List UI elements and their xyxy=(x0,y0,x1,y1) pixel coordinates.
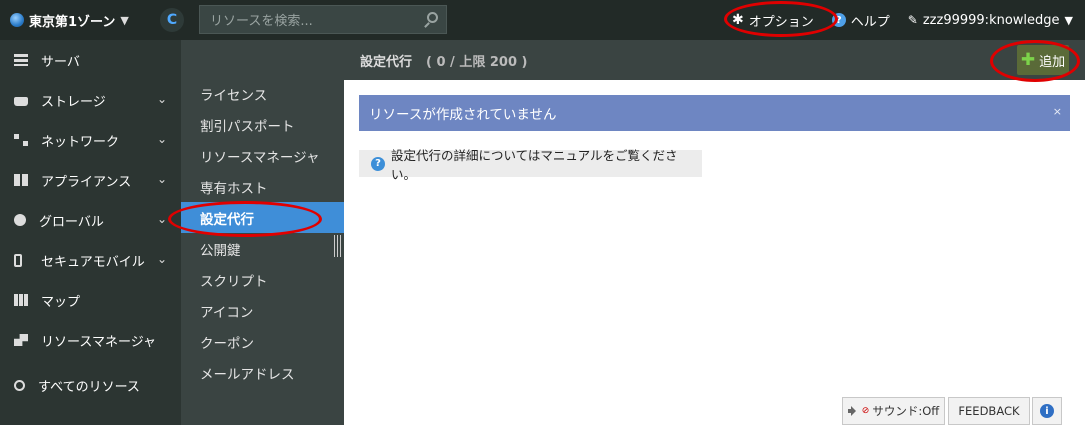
subnav-item-license[interactable]: ライセンス xyxy=(181,78,344,109)
options-menu[interactable]: ✱ オプション xyxy=(732,11,814,30)
speaker-icon xyxy=(847,406,860,416)
chevron-down-icon: ⌄ xyxy=(156,252,167,266)
nav-item-server[interactable]: サーバ xyxy=(0,40,181,80)
nav-item-label: セキュアモバイル xyxy=(41,254,145,270)
zone-selector[interactable]: 東京第1ゾーン ▼ xyxy=(10,0,129,40)
feather-icon: ✎ xyxy=(907,13,918,27)
sub-nav: ライセンス 割引パスポート リソースマネージャ 専有ホスト 設定代行 公開鍵 ス… xyxy=(181,40,344,425)
help-menu[interactable]: ? ヘルプ xyxy=(831,11,890,30)
empty-alert: リソースが作成されていません × xyxy=(359,95,1070,131)
subnav-item-dedicated-host[interactable]: 専有ホスト xyxy=(181,171,344,202)
nav-item-label: サーバ xyxy=(41,54,80,70)
nav-item-label: すべてのリソース xyxy=(38,379,140,395)
top-right-menu: ✱ オプション ? ヘルプ ✎ zzz99999:knowledge ▼ xyxy=(732,0,1073,40)
options-label: オプション xyxy=(748,14,814,30)
nav-item-label: マップ xyxy=(41,294,81,310)
search-icon xyxy=(427,12,438,23)
caret-down-icon: ▼ xyxy=(1064,13,1073,27)
feedback-label: FEEDBACK xyxy=(958,404,1020,418)
subnav-item-setup-service[interactable]: 設定代行 xyxy=(181,202,344,233)
subnav-item-public-key[interactable]: 公開鍵 xyxy=(181,233,344,264)
refresh-icon[interactable]: C xyxy=(160,8,184,32)
info-text: 設定代行の詳細についてはマニュアルをご覧ください。 xyxy=(390,147,678,182)
feedback-button[interactable]: FEEDBACK xyxy=(948,397,1030,425)
subnav-item-resource-manager[interactable]: リソースマネージャ xyxy=(181,140,344,171)
page-title: 設定代行 xyxy=(360,54,413,70)
account-label: zzz99999:knowledge xyxy=(922,12,1060,28)
account-menu[interactable]: ✎ zzz99999:knowledge ▼ xyxy=(908,13,1073,28)
close-icon[interactable]: × xyxy=(1053,105,1062,118)
nav-item-label: グローバル xyxy=(39,214,104,230)
add-button[interactable]: ✚ 追加 xyxy=(1017,45,1069,75)
resource-count: ( 0 / 上限 200 ) xyxy=(426,54,528,70)
gear-icon: ✱ xyxy=(732,12,744,28)
alert-text: リソースが作成されていません xyxy=(369,107,557,123)
add-button-label: 追加 xyxy=(1039,54,1066,70)
subnav-item-script[interactable]: スクリプト xyxy=(181,264,344,295)
help-icon: ? xyxy=(371,156,385,171)
search-placeholder: リソースを検索... xyxy=(210,14,313,29)
chevron-down-icon: ⌄ xyxy=(156,132,167,146)
zone-label: 東京第1ゾーン xyxy=(29,14,116,30)
search-input[interactable]: リソースを検索... xyxy=(199,5,447,34)
network-icon xyxy=(14,134,28,146)
subnav-item-coupon[interactable]: クーポン xyxy=(181,326,344,357)
page-header: 設定代行 ( 0 / 上限 200 ) xyxy=(344,40,1085,80)
nav-item-label: ストレージ xyxy=(41,94,106,110)
nav-item-map[interactable]: マップ xyxy=(0,280,181,320)
sound-toggle-button[interactable]: ⊘ サウンド:Off xyxy=(842,397,945,425)
plus-icon: ✚ xyxy=(1020,50,1036,70)
top-bar: 東京第1ゾーン ▼ C リソースを検索... ✱ オプション ? ヘルプ ✎ z… xyxy=(0,0,1085,40)
left-nav: サーバ ストレージ ⌄ ネットワーク ⌄ アプライアンス ⌄ グローバル ⌄ セ… xyxy=(0,40,181,425)
globe-icon xyxy=(14,214,26,226)
subnav-item-email-address[interactable]: メールアドレス xyxy=(181,357,344,388)
search-icon xyxy=(14,379,25,391)
manual-info: ? 設定代行の詳細についてはマニュアルをご覧ください。 xyxy=(359,148,702,182)
globe-icon xyxy=(10,13,24,27)
nav-item-storage[interactable]: ストレージ ⌄ xyxy=(0,80,181,120)
nav-item-label: アプライアンス xyxy=(41,174,132,190)
chevron-down-icon: ⌄ xyxy=(156,212,167,226)
nav-item-secure-mobile[interactable]: セキュアモバイル ⌄ xyxy=(0,240,181,280)
subnav-item-icon[interactable]: アイコン xyxy=(181,295,344,326)
help-label: ヘルプ xyxy=(850,14,890,30)
nav-item-resource-manager[interactable]: リソースマネージャ xyxy=(0,320,181,360)
info-button[interactable]: i xyxy=(1032,397,1062,425)
resize-handle[interactable] xyxy=(334,235,341,257)
map-icon xyxy=(14,294,28,306)
server-icon xyxy=(14,54,28,66)
nav-item-label: リソースマネージャ xyxy=(41,334,157,350)
help-icon: ? xyxy=(831,13,846,27)
nav-item-network[interactable]: ネットワーク ⌄ xyxy=(0,120,181,160)
nav-item-global[interactable]: グローバル ⌄ xyxy=(0,200,181,240)
nav-item-all-resources[interactable]: すべてのリソース xyxy=(0,365,181,405)
subnav-item-discount-passport[interactable]: 割引パスポート xyxy=(181,109,344,140)
nav-item-label: ネットワーク xyxy=(41,134,120,150)
mobile-icon xyxy=(14,253,22,267)
chevron-down-icon: ⌄ xyxy=(156,92,167,106)
appliance-icon xyxy=(14,174,28,186)
resource-manager-icon xyxy=(14,334,28,346)
mute-icon: ⊘ xyxy=(861,406,870,416)
caret-down-icon: ▼ xyxy=(120,13,129,27)
storage-icon xyxy=(14,96,28,106)
main-content: リソースが作成されていません × ? 設定代行の詳細についてはマニュアルをご覧く… xyxy=(344,80,1085,425)
nav-item-appliance[interactable]: アプライアンス ⌄ xyxy=(0,160,181,200)
sound-label: サウンド:Off xyxy=(872,404,940,418)
info-icon: i xyxy=(1040,404,1054,418)
chevron-down-icon: ⌄ xyxy=(156,172,167,186)
